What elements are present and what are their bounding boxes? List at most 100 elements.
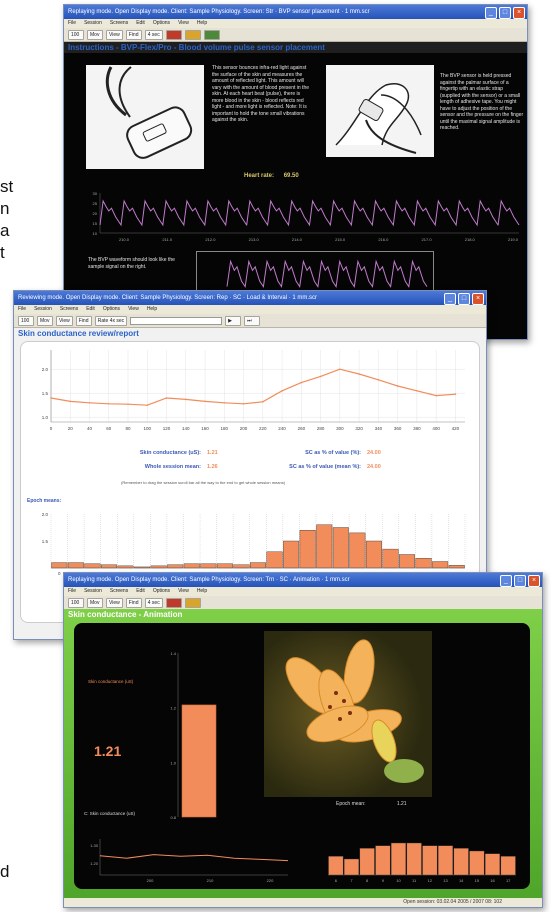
sc-data-point	[435, 394, 437, 397]
menu-edit[interactable]: Edit	[136, 587, 145, 596]
menu-screens[interactable]: Screens	[60, 305, 78, 314]
x-tick-label: 20	[68, 426, 74, 431]
step-icon[interactable]: ⏭	[244, 315, 261, 326]
y-tick-label: 2.0	[42, 367, 49, 372]
window-title: Replaying mode. Open Display mode. Clien…	[68, 9, 370, 15]
y-tick-label: 2.0	[42, 512, 49, 517]
move-button[interactable]: Mov	[87, 29, 103, 40]
maximize-icon[interactable]: □	[458, 293, 470, 305]
x-tick-label: 260	[298, 426, 306, 431]
sc-data-point	[88, 402, 91, 404]
menu-options[interactable]: Options	[153, 19, 170, 28]
menu-view[interactable]: View	[128, 305, 139, 314]
x-tick-label: 212.0	[205, 237, 216, 242]
view-button[interactable]: View	[56, 315, 73, 326]
menu-options[interactable]: Options	[153, 587, 170, 596]
title-bar[interactable]: Replaying mode. Open Display mode. Clien…	[64, 573, 542, 587]
title-bar[interactable]: Replaying mode. Open Display mode. Clien…	[64, 5, 527, 19]
x-tick-label: 180	[221, 426, 229, 431]
sc-level-bar: 1.4 1.2 1.0 0.8	[170, 651, 217, 820]
menu-help[interactable]: Help	[197, 19, 207, 28]
sc-data-point	[50, 397, 52, 399]
close-icon[interactable]: ×	[528, 575, 540, 587]
sc-epoch-bar-chart: 6 7 8 9 10 11 12 13 14 15 16 17	[328, 842, 516, 883]
epoch-bar	[349, 532, 366, 569]
epoch-bar	[343, 858, 360, 876]
screen-heading: Skin conductance review/report	[14, 328, 486, 340]
menu-session[interactable]: Session	[34, 305, 52, 314]
x-tick-label: 40	[87, 426, 93, 431]
y-tick-label: 1.0	[42, 415, 49, 420]
x-tick-label: 215.0	[335, 237, 346, 242]
menu-view[interactable]: View	[178, 587, 189, 596]
epoch-bar	[316, 524, 333, 569]
sc-trend-line-chart: 1.30 1.20 200 210 220	[90, 839, 289, 883]
time-select[interactable]: 4 sec	[144, 597, 163, 608]
sc-line-chart: 0 20 40 60 80 100 120 140 160 180 200 220 240 260 280 3…	[42, 350, 465, 431]
sc-data-point	[242, 402, 245, 405]
view-button[interactable]: View	[106, 597, 123, 608]
toolbar: 100 Mov View Find 4 sec	[64, 28, 527, 42]
session-scrollbar[interactable]	[130, 316, 223, 325]
find-button[interactable]: Find	[75, 315, 92, 326]
epoch-bar	[233, 564, 250, 569]
menu-file[interactable]: File	[68, 587, 76, 596]
view-button[interactable]: View	[106, 29, 123, 40]
menu-screens[interactable]: Screens	[110, 19, 128, 28]
zoom-button[interactable]: 100	[68, 29, 84, 40]
sc-data-point	[165, 397, 168, 399]
sc-data-point	[454, 393, 457, 395]
zoom-button[interactable]: 100	[68, 597, 84, 608]
menu-file[interactable]: File	[68, 19, 76, 28]
play-icon[interactable]: ▶	[225, 315, 242, 326]
title-bar[interactable]: Reviewing mode. Open Display mode. Clien…	[14, 291, 486, 305]
sc-data-point	[146, 404, 149, 406]
find-button[interactable]: Find	[125, 29, 142, 40]
x-tick-label: 100	[144, 426, 152, 431]
bvp-series-line	[99, 199, 520, 227]
record-icon[interactable]	[165, 29, 182, 40]
menu-edit[interactable]: Edit	[86, 305, 95, 314]
menu-options[interactable]: Options	[103, 305, 120, 314]
epoch-bar	[448, 565, 465, 569]
minimize-icon[interactable]: _	[444, 293, 456, 305]
stat-value: 24.00	[367, 464, 381, 470]
stop-icon[interactable]	[203, 29, 220, 40]
minimize-icon[interactable]: _	[485, 7, 497, 19]
find-button[interactable]: Find	[125, 597, 142, 608]
menu-screens[interactable]: Screens	[110, 587, 128, 596]
minimize-icon[interactable]: _	[500, 575, 512, 587]
pause-icon[interactable]	[184, 597, 201, 608]
menu-help[interactable]: Help	[147, 305, 157, 314]
pause-icon[interactable]	[184, 29, 201, 40]
sc-note: (Remember to drag the session scroll bar…	[121, 480, 286, 485]
maximize-icon[interactable]: □	[499, 7, 511, 19]
menu-help[interactable]: Help	[197, 587, 207, 596]
menu-view[interactable]: View	[178, 19, 189, 28]
y-tick-label: 20	[93, 211, 98, 216]
x-tick-label: 140	[182, 426, 190, 431]
epoch-bar	[469, 850, 485, 876]
time-select[interactable]: 4 sec	[144, 29, 163, 40]
rate-select[interactable]: Rate 4x sec	[94, 315, 128, 326]
bvp-desc-right: The BVP sensor is held pressed against t…	[440, 73, 524, 131]
screenshot-collage: { "page_text": { "fragment_left_lines": …	[0, 0, 551, 912]
reward-flower-photo	[264, 631, 432, 797]
close-icon[interactable]: ×	[472, 293, 484, 305]
epoch-bar	[299, 530, 316, 569]
maximize-icon[interactable]: □	[514, 575, 526, 587]
sc-data-point	[319, 375, 322, 378]
move-button[interactable]: Mov	[87, 597, 103, 608]
close-icon[interactable]: ×	[513, 7, 525, 19]
zoom-button[interactable]: 100	[18, 315, 34, 326]
menu-file[interactable]: File	[18, 305, 26, 314]
green-frame: Skin conductance - Animation Skin conduc…	[64, 609, 542, 907]
menu-bar: File Session Screens Edit Options View H…	[64, 587, 542, 596]
menu-session[interactable]: Session	[84, 19, 102, 28]
move-button[interactable]: Mov	[37, 315, 53, 326]
stat-value: 24.00	[367, 450, 381, 456]
menu-edit[interactable]: Edit	[136, 19, 145, 28]
record-icon[interactable]	[165, 597, 182, 608]
sc-line-label: C: Skin conductance (uS)	[84, 811, 136, 816]
menu-session[interactable]: Session	[84, 587, 102, 596]
